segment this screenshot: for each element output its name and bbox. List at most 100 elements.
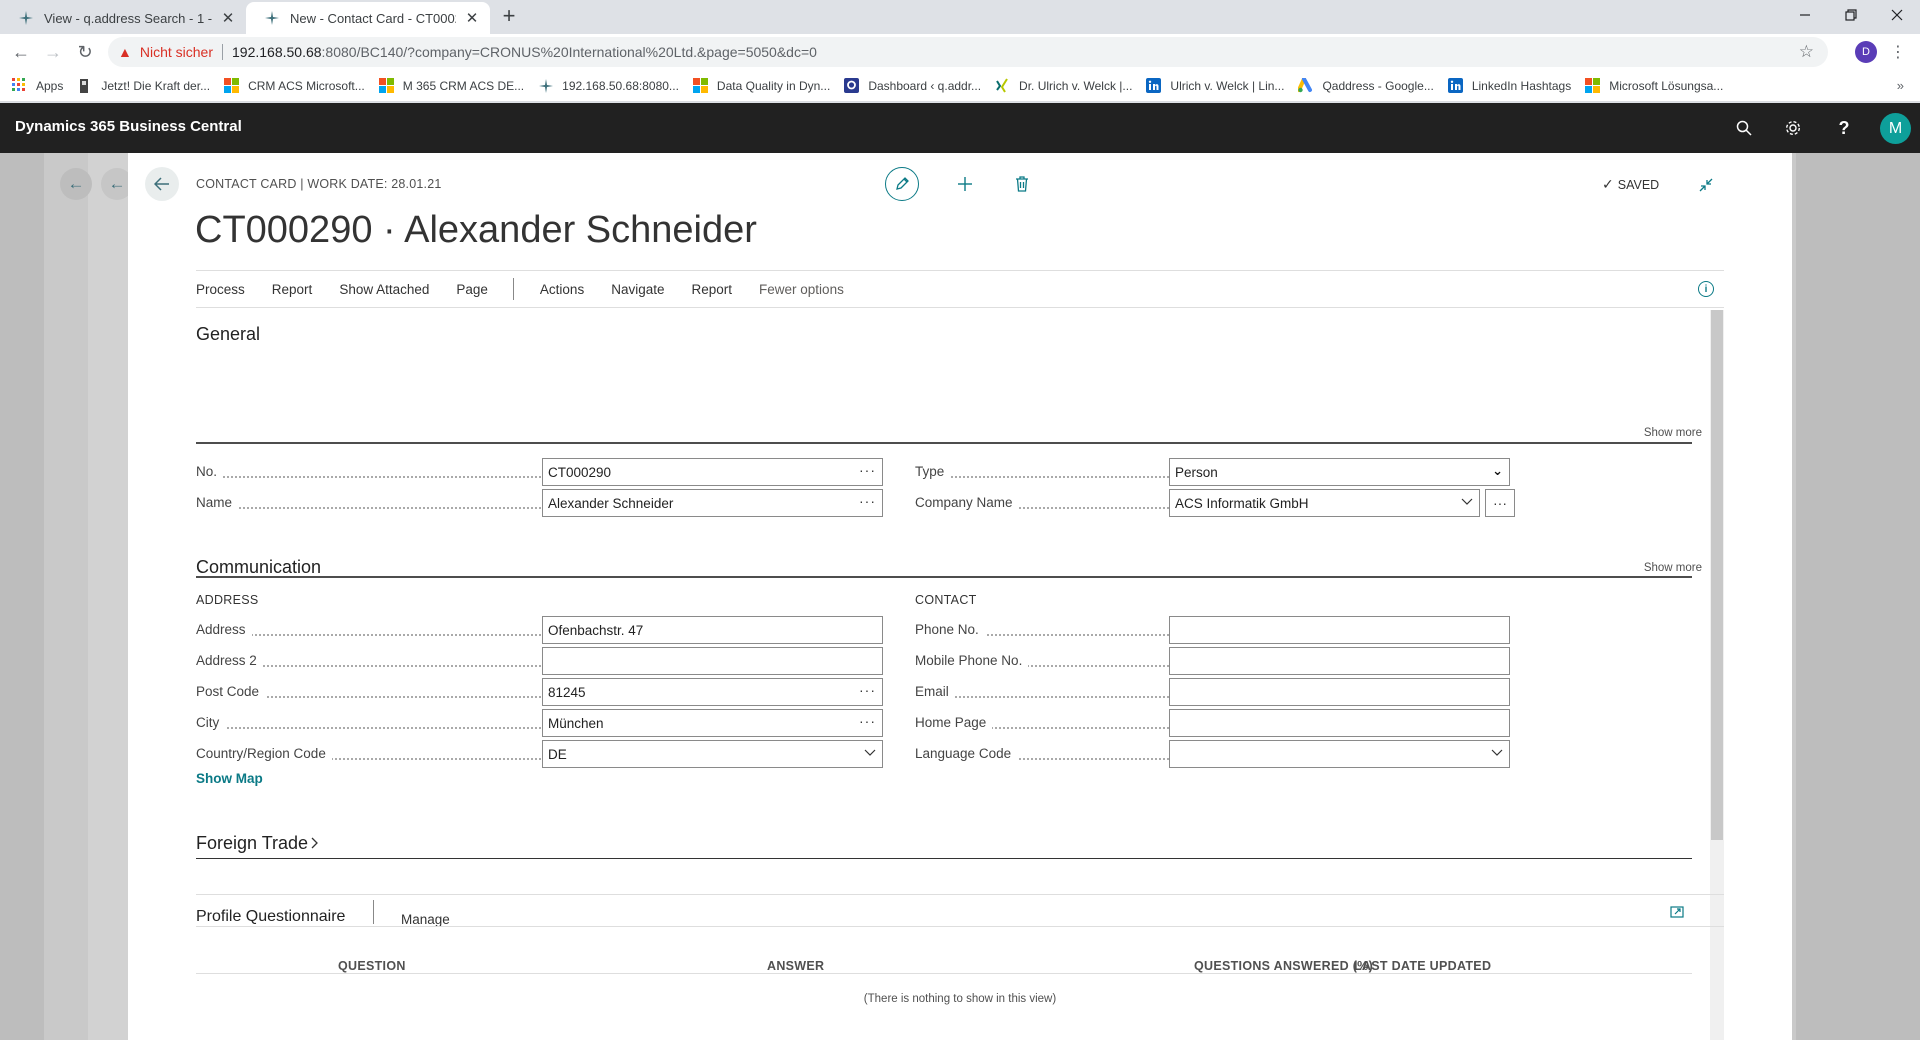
- profile-questionnaire-title[interactable]: Profile Questionnaire: [196, 908, 345, 926]
- address-field[interactable]: Ofenbachstr. 47: [542, 616, 883, 644]
- name-field[interactable]: Alexander Schneider ···: [542, 489, 883, 517]
- email-field[interactable]: [1169, 678, 1510, 706]
- bookmark-item[interactable]: Ulrich v. Welck | Lin...: [1146, 77, 1284, 94]
- close-icon[interactable]: ✕: [464, 10, 480, 27]
- restore-icon[interactable]: [1828, 0, 1874, 30]
- action-report-2[interactable]: Report: [692, 282, 733, 297]
- info-icon[interactable]: i: [1698, 281, 1714, 297]
- action-navigate[interactable]: Navigate: [611, 282, 664, 297]
- section-communication-title[interactable]: Communication: [196, 557, 321, 578]
- show-map-link[interactable]: Show Map: [196, 771, 263, 786]
- collapse-icon[interactable]: [1696, 175, 1716, 195]
- bookmark-item[interactable]: LinkedIn Hashtags: [1447, 77, 1572, 94]
- edit-button[interactable]: [885, 167, 919, 201]
- bookmark-item[interactable]: Qaddress - Google...: [1297, 76, 1434, 94]
- bookmark-label: Qaddress - Google...: [1322, 78, 1434, 93]
- google-ads-icon: [1297, 76, 1314, 94]
- language-code-field[interactable]: [1169, 740, 1510, 768]
- close-icon[interactable]: ✕: [220, 10, 236, 27]
- home-page-field[interactable]: [1169, 709, 1510, 737]
- action-actions[interactable]: Actions: [540, 282, 584, 297]
- chevron-down-icon[interactable]: [1461, 495, 1473, 509]
- gear-icon[interactable]: [1782, 117, 1804, 139]
- new-button[interactable]: [948, 167, 982, 201]
- app-title[interactable]: Dynamics 365 Business Central: [15, 118, 242, 135]
- bookmark-item[interactable]: Dr. Ulrich v. Welck |...: [995, 77, 1132, 94]
- delete-button[interactable]: [1005, 167, 1039, 201]
- bookmark-item[interactable]: Data Quality in Dyn...: [692, 77, 830, 94]
- phone-no-field[interactable]: [1169, 616, 1510, 644]
- browser-profile-avatar[interactable]: D: [1855, 41, 1877, 63]
- browser-tab-qaddress-search[interactable]: View - q.address Search - 1 - Dyn ✕: [0, 2, 246, 34]
- assist-edit-icon[interactable]: ···: [859, 462, 876, 478]
- browser-menu-icon[interactable]: ⋮: [1890, 41, 1906, 63]
- chevron-down-icon[interactable]: [864, 746, 876, 760]
- address-bar[interactable]: ▲ Nicht sicher 192.168.50.68:8080/BC140/…: [108, 37, 1828, 67]
- bookmark-item[interactable]: CRM ACS Microsoft...: [224, 77, 365, 94]
- country-region-code-field[interactable]: DE: [542, 740, 883, 768]
- reload-icon[interactable]: ↻: [72, 39, 98, 65]
- back-arrow-icon[interactable]: ←: [60, 168, 92, 200]
- scrollbar-thumb[interactable]: [1711, 310, 1723, 840]
- new-tab-button[interactable]: +: [497, 3, 521, 28]
- linkedin-icon: [1447, 77, 1464, 94]
- browser-tab-strip: View - q.address Search - 1 - Dyn ✕ New …: [0, 0, 1920, 34]
- type-select[interactable]: Person ⌄: [1169, 458, 1510, 486]
- column-questions-answered[interactable]: QUESTIONS ANSWERED (%): [1194, 959, 1373, 973]
- search-icon[interactable]: [1733, 117, 1755, 139]
- general-show-more[interactable]: Show more: [1644, 427, 1702, 439]
- bookmark-item[interactable]: M 365 CRM ACS DE...: [378, 77, 524, 94]
- bookmarks-bar: Apps Jetzt! Die Kraft der... CRM ACS Mic…: [0, 70, 1920, 102]
- divider: [196, 926, 1724, 927]
- section-foreign-trade[interactable]: Foreign Trade: [196, 833, 319, 854]
- manage-button[interactable]: Manage: [401, 912, 450, 927]
- back-arrow-icon[interactable]: ←: [8, 39, 34, 65]
- bookmark-page-icon: [77, 78, 93, 94]
- user-avatar[interactable]: M: [1880, 113, 1911, 144]
- assist-edit-icon[interactable]: ···: [859, 713, 876, 729]
- action-show-attached[interactable]: Show Attached: [339, 282, 429, 297]
- bookmark-label: 192.168.50.68:8080...: [562, 78, 679, 93]
- minimize-icon[interactable]: [1782, 0, 1828, 30]
- fewer-options-button[interactable]: Fewer options: [759, 282, 844, 297]
- company-assist-button[interactable]: ···: [1485, 489, 1515, 517]
- assist-edit-icon[interactable]: ···: [859, 682, 876, 698]
- communication-show-more[interactable]: Show more: [1644, 562, 1702, 574]
- bookmark-item[interactable]: Dashboard ‹ q.addr...: [844, 77, 981, 94]
- dynamics-icon: [264, 10, 280, 26]
- action-page[interactable]: Page: [456, 282, 488, 297]
- column-last-date-updated[interactable]: LAST DATE UPDATED: [1354, 959, 1491, 973]
- post-code-field[interactable]: 81245 ···: [542, 678, 883, 706]
- divider: [222, 44, 223, 60]
- help-icon[interactable]: ?: [1833, 117, 1855, 139]
- bookmark-apps[interactable]: Apps: [12, 77, 63, 94]
- column-answer[interactable]: ANSWER: [767, 959, 824, 973]
- column-question[interactable]: QUESTION: [338, 959, 406, 973]
- bookmark-item[interactable]: Jetzt! Die Kraft der...: [77, 78, 210, 94]
- bookmark-label: Microsoft Lösungsa...: [1609, 78, 1724, 93]
- chevron-down-icon[interactable]: [1491, 746, 1503, 760]
- bookmark-star-icon[interactable]: ☆: [1799, 42, 1814, 62]
- section-general-title[interactable]: General: [196, 324, 260, 345]
- action-report[interactable]: Report: [272, 282, 313, 297]
- bookmarks-overflow-icon[interactable]: »: [1897, 78, 1904, 93]
- mobile-phone-no-field[interactable]: [1169, 647, 1510, 675]
- open-in-new-window-icon[interactable]: [1670, 905, 1684, 921]
- bookmark-item[interactable]: Microsoft Lösungsa...: [1585, 77, 1724, 94]
- forward-arrow-icon[interactable]: →: [40, 39, 66, 65]
- no-label: No.: [196, 464, 224, 479]
- divider: [373, 900, 374, 924]
- no-field[interactable]: CT000290 ···: [542, 458, 883, 486]
- address-2-field[interactable]: [542, 647, 883, 675]
- window-close-icon[interactable]: [1874, 0, 1920, 30]
- browser-tab-contact-card[interactable]: New - Contact Card - CT000290 ✕: [246, 2, 490, 34]
- company-name-field[interactable]: ACS Informatik GmbH: [1169, 489, 1480, 517]
- tab-title: New - Contact Card - CT000290: [290, 10, 456, 26]
- city-field[interactable]: München ···: [542, 709, 883, 737]
- qaddress-icon: [844, 77, 860, 94]
- action-process[interactable]: Process: [196, 282, 245, 297]
- assist-edit-icon[interactable]: ···: [859, 493, 876, 509]
- back-button[interactable]: [145, 167, 179, 201]
- bookmark-label: LinkedIn Hashtags: [1471, 78, 1572, 93]
- bookmark-item[interactable]: 192.168.50.68:8080...: [538, 78, 679, 94]
